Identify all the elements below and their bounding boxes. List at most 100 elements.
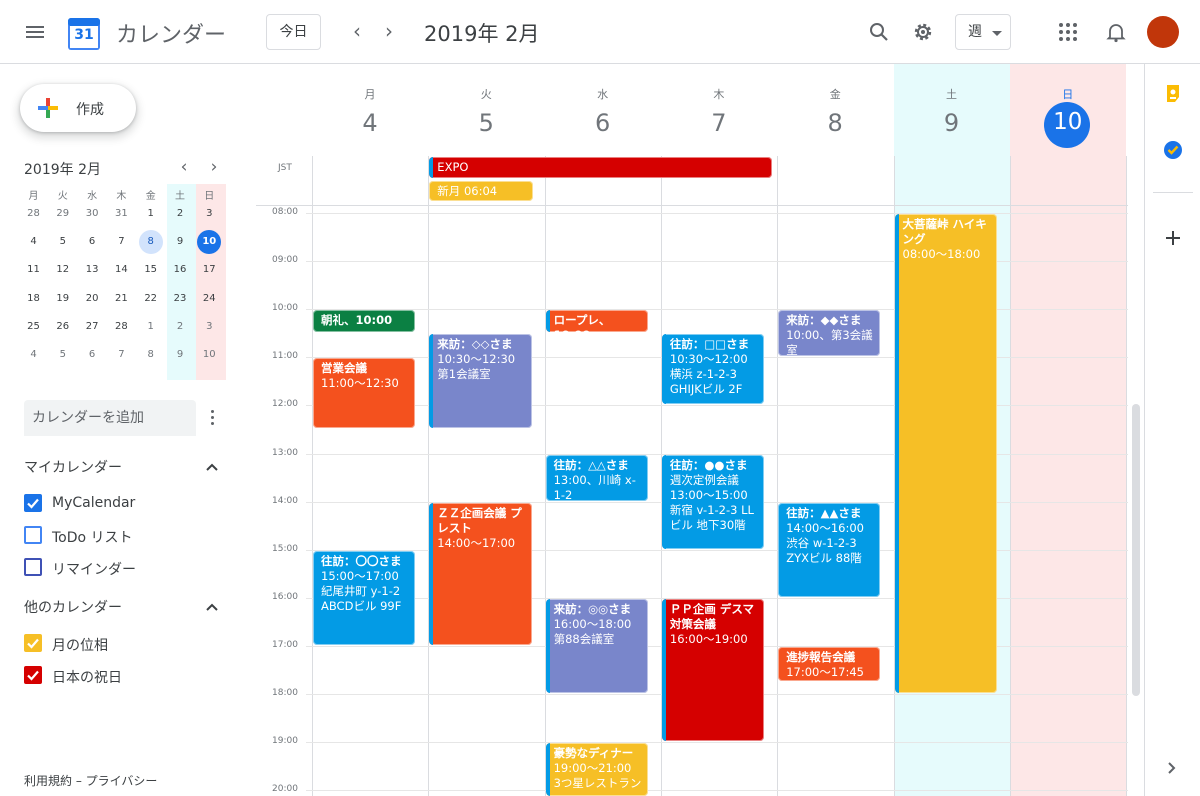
add-calendar-input[interactable]: カレンダーを追加 <box>24 400 196 436</box>
chevron-up-icon[interactable] <box>205 602 219 612</box>
mini-day[interactable]: 28 <box>19 200 48 228</box>
terms-link[interactable]: 利用規約 <box>24 774 72 788</box>
calendar-event[interactable]: 営業会議 11:00～12:30 <box>313 358 416 429</box>
calendar-checkbox[interactable] <box>24 494 42 512</box>
calendar-event[interactable]: 豪勢なディナー 19:00～21:00 3つ星レストラン <box>545 743 648 796</box>
calendar-event[interactable]: 往訪：●●さま 週次定例会議 13:00～15:00 新宿 v-1-2-3 LLビル … <box>661 454 765 549</box>
mini-day[interactable]: 5 <box>48 341 77 369</box>
day-header[interactable]: 火5 <box>428 64 544 156</box>
day-header[interactable]: 水6 <box>545 64 661 156</box>
keep-icon[interactable] <box>1165 84 1181 104</box>
today-button[interactable]: 今日 <box>266 14 321 50</box>
calendar-event[interactable]: 進捗報告会議 17:00～17:45 <box>778 646 881 681</box>
calendar-event[interactable]: ＰＰ企画 デスマ対策会議 16:00～19:00 <box>661 598 765 742</box>
mini-day[interactable]: 19 <box>48 285 77 313</box>
mini-day[interactable]: 5 <box>48 228 77 256</box>
mini-day[interactable]: 31 <box>107 200 136 228</box>
gear-icon[interactable] <box>911 20 935 44</box>
chevron-up-icon[interactable] <box>205 462 219 472</box>
calendar-event[interactable]: 来訪：◎◎さま 16:00～18:00 第88会議室 <box>545 598 648 693</box>
mini-day[interactable]: 18 <box>19 285 48 313</box>
mini-day[interactable]: 4 <box>19 341 48 369</box>
mini-day[interactable]: 4 <box>19 228 48 256</box>
mini-day[interactable]: 29 <box>48 200 77 228</box>
mini-day[interactable]: 25 <box>19 313 48 341</box>
next-week-button[interactable]: › <box>377 20 401 44</box>
mini-day[interactable]: 24 <box>195 285 224 313</box>
view-selector[interactable]: 週 <box>955 14 1011 50</box>
main-menu-icon[interactable] <box>24 22 48 42</box>
mini-day[interactable]: 21 <box>107 285 136 313</box>
mini-day[interactable]: 8 <box>136 341 165 369</box>
calendar-event[interactable]: 大菩薩峠 ハイキング 08:00～18:00 <box>894 214 997 693</box>
mini-day[interactable]: 6 <box>78 228 107 256</box>
mini-day[interactable]: 2 <box>166 313 195 341</box>
mini-day[interactable]: 28 <box>107 313 136 341</box>
calendar-logo[interactable]: 31 <box>68 16 100 50</box>
mini-day[interactable]: 22 <box>136 285 165 313</box>
calendar-checkbox[interactable] <box>24 558 42 576</box>
privacy-link[interactable]: プライバシー <box>86 774 158 788</box>
calendar-checkbox[interactable] <box>24 526 42 544</box>
calendar-event[interactable]: 往訪：▲▲さま 14:00～16:00 渋谷 w-1-2-3 ZYXビル 88階 <box>778 502 881 597</box>
calendar-event[interactable]: ロープレ、10:00 <box>545 310 648 333</box>
calendar-checkbox[interactable] <box>24 634 42 652</box>
calendar-event[interactable]: 往訪：〇〇さま 15:00～17:00 紀尾井町 y-1-2 ABCDビル 99F <box>313 550 416 645</box>
mini-next-button[interactable]: › <box>204 158 224 178</box>
day-header[interactable]: 土9 <box>894 64 1010 156</box>
day-header[interactable]: 日 10 <box>1010 64 1126 156</box>
calendar-event[interactable]: 来訪：◆◆さま 10:00、第3会議室 <box>778 310 881 357</box>
calendar-event[interactable]: ＺＺ企画会議 プレスト 14:00～17:00 <box>429 502 532 645</box>
mini-day[interactable]: 7 <box>107 341 136 369</box>
mini-day[interactable]: 9 <box>166 341 195 369</box>
mini-day[interactable]: 11 <box>19 256 48 284</box>
mini-day[interactable]: 1 <box>136 200 165 228</box>
more-options-icon[interactable] <box>206 408 220 428</box>
mini-day[interactable]: 27 <box>78 313 107 341</box>
mini-day[interactable]: 13 <box>78 256 107 284</box>
mini-day[interactable]: 6 <box>78 341 107 369</box>
allday-event[interactable]: EXPO <box>429 157 773 178</box>
mini-day[interactable]: 14 <box>107 256 136 284</box>
mini-day[interactable]: 16 <box>166 256 195 284</box>
calendar-item[interactable]: MyCalendar <box>24 492 224 514</box>
mini-prev-button[interactable]: ‹ <box>174 158 194 178</box>
other-calendars-title[interactable]: 他のカレンダー <box>24 597 122 617</box>
calendar-item[interactable]: ToDo リスト <box>24 524 224 546</box>
mini-day[interactable]: 2 <box>166 200 195 228</box>
mini-day[interactable]: 3 <box>195 313 224 341</box>
chevron-right-icon[interactable] <box>1165 761 1179 775</box>
apps-grid-icon[interactable] <box>1056 20 1080 44</box>
calendar-item[interactable]: 月の位相 <box>24 632 224 654</box>
calendar-item[interactable]: リマインダー <box>24 556 224 578</box>
mini-day[interactable]: 12 <box>48 256 77 284</box>
mini-day[interactable]: 26 <box>48 313 77 341</box>
calendar-checkbox[interactable] <box>24 666 42 684</box>
mini-day[interactable]: 9 <box>166 228 195 256</box>
calendar-event[interactable]: 来訪：◇◇さま 10:30～12:30 第1会議室 <box>429 334 532 429</box>
add-addon-icon[interactable] <box>1166 231 1180 245</box>
my-calendars-title[interactable]: マイカレンダー <box>24 457 122 477</box>
search-icon[interactable] <box>867 20 891 44</box>
mini-day[interactable]: 3 <box>195 200 224 228</box>
mini-day[interactable]: 15 <box>136 256 165 284</box>
mini-day[interactable]: 8 <box>136 228 165 256</box>
day-header[interactable]: 木7 <box>661 64 777 156</box>
avatar[interactable] <box>1147 16 1179 48</box>
day-header[interactable]: 金8 <box>777 64 893 156</box>
mini-day[interactable]: 7 <box>107 228 136 256</box>
mini-day[interactable]: 20 <box>78 285 107 313</box>
day-header[interactable]: 月4 <box>312 64 428 156</box>
mini-day[interactable]: 10 <box>195 228 224 256</box>
scrollbar[interactable] <box>1132 404 1140 696</box>
create-button[interactable]: 作成 <box>20 84 136 132</box>
mini-day[interactable]: 23 <box>166 285 195 313</box>
mini-day[interactable]: 17 <box>195 256 224 284</box>
bell-icon[interactable] <box>1104 20 1128 44</box>
prev-week-button[interactable]: ‹ <box>345 20 369 44</box>
mini-day[interactable]: 10 <box>195 341 224 369</box>
calendar-event[interactable]: 往訪：□□さま 10:30～12:00 横浜 z-1-2-3 GHIJKビル 2F <box>661 334 765 405</box>
calendar-item[interactable]: 日本の祝日 <box>24 664 224 686</box>
calendar-event[interactable]: 朝礼、10:00 <box>313 310 416 333</box>
allday-event[interactable]: 新月 06:04 <box>429 181 534 201</box>
